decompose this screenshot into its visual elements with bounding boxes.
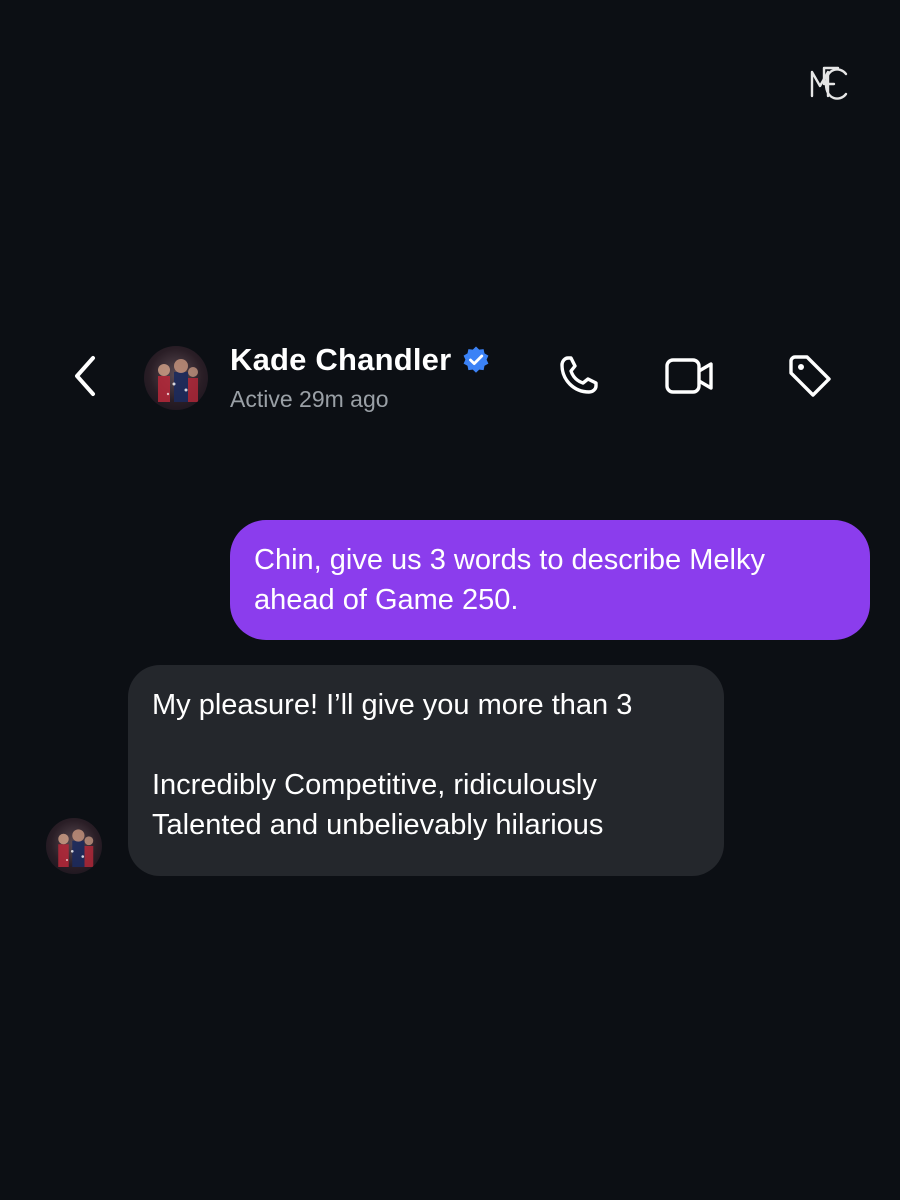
sender-avatar[interactable] xyxy=(46,818,102,874)
sent-message-line: Chin, give us 3 words to describe Melky xyxy=(254,544,765,576)
back-button[interactable] xyxy=(64,350,108,402)
contact-name: Kade Chandler xyxy=(230,342,452,377)
video-camera-icon xyxy=(665,358,713,394)
contact-status: Active 29m ago xyxy=(230,386,389,412)
tag-icon xyxy=(789,355,831,397)
call-button[interactable] xyxy=(550,348,606,404)
received-message-line: My pleasure! I’ll give you more than 3 xyxy=(152,689,633,721)
contact-avatar[interactable] xyxy=(144,346,208,410)
tag-button[interactable] xyxy=(782,348,838,404)
verified-badge-icon xyxy=(461,345,491,375)
phone-icon xyxy=(560,356,598,394)
received-message-line: Incredibly Competitive, ridiculously xyxy=(152,769,597,801)
received-message-line: Talented and unbelievably hilarious xyxy=(152,809,604,841)
avatar-photo xyxy=(58,829,94,867)
club-monogram-logo xyxy=(810,66,848,100)
sent-message-bubble[interactable]: Chin, give us 3 words to describe Melky … xyxy=(230,520,870,640)
contact-name-row: Kade Chandler xyxy=(230,338,491,382)
received-message-bubble[interactable]: My pleasure! I’ll give you more than 3 I… xyxy=(128,665,724,876)
sent-message-line: ahead of Game 250. xyxy=(254,584,519,616)
avatar-photo xyxy=(158,359,198,402)
club-logo xyxy=(804,60,850,106)
contact-info[interactable]: Kade Chandler Active 29m ago xyxy=(230,338,491,418)
chevron-left-icon xyxy=(75,356,95,396)
video-call-button[interactable] xyxy=(662,348,718,404)
